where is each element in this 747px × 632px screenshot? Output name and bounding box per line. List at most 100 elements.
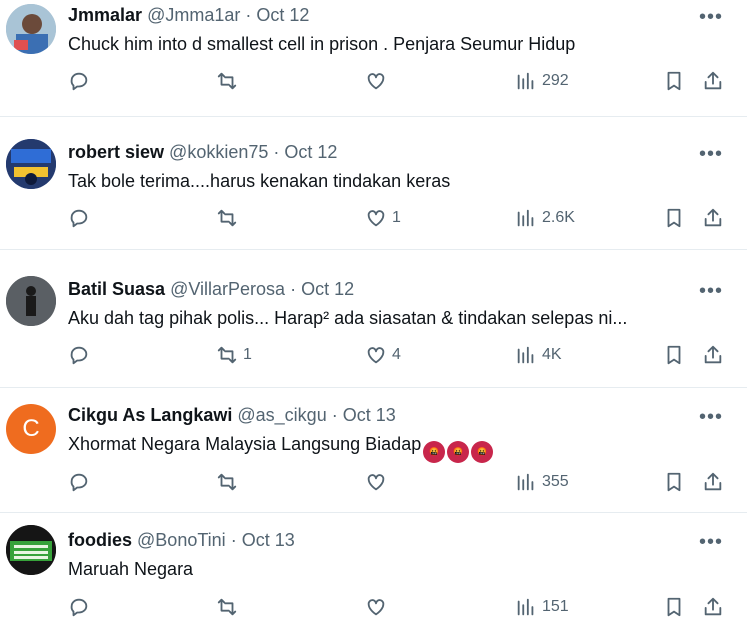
heart-icon xyxy=(367,474,385,491)
tweet-text-container: Xhormat Negara Malaysia Langsung Biadap 🤬… xyxy=(68,432,747,463)
angry-face-emoji: 🤬 xyxy=(471,441,494,463)
separator-dot: · xyxy=(331,405,338,425)
separator-dot: · xyxy=(273,142,280,162)
retweet-button[interactable] xyxy=(216,70,243,92)
tweet-date[interactable]: Oct 13 xyxy=(242,530,295,550)
reply-icon xyxy=(70,72,88,91)
more-options-icon[interactable]: ••• xyxy=(699,281,723,301)
like-button[interactable]: 1 xyxy=(365,207,401,229)
share-icon xyxy=(704,597,722,616)
share-icon xyxy=(704,472,722,491)
author-name[interactable]: robert siew xyxy=(68,142,164,162)
avatar[interactable]: C xyxy=(6,404,56,454)
tweet-actions: 151 xyxy=(68,596,747,624)
bookmark-button[interactable] xyxy=(663,596,685,618)
retweet-icon xyxy=(217,209,237,227)
avatar-photo xyxy=(6,139,56,189)
views-count: 2.6K xyxy=(542,209,575,226)
tweet-date[interactable]: Oct 12 xyxy=(301,279,354,299)
avatar[interactable] xyxy=(6,4,56,54)
tweet-date[interactable]: Oct 13 xyxy=(343,405,396,425)
views-count: 4K xyxy=(542,346,562,363)
heart-icon xyxy=(367,599,385,616)
tweet-date[interactable]: Oct 12 xyxy=(256,5,309,25)
share-button[interactable] xyxy=(702,471,724,493)
retweet-button[interactable]: 1 xyxy=(216,344,252,366)
author-name[interactable]: Batil Suasa xyxy=(68,279,165,299)
separator-dot: · xyxy=(230,530,237,550)
share-button[interactable] xyxy=(702,344,724,366)
more-options-icon[interactable]: ••• xyxy=(699,144,723,164)
tweet[interactable]: robert siew @kokkien75 · Oct 12 Tak bole… xyxy=(0,117,747,250)
like-button[interactable] xyxy=(365,70,392,92)
author-handle[interactable]: @as_cikgu xyxy=(237,405,326,425)
retweet-button[interactable] xyxy=(216,207,243,229)
retweet-icon xyxy=(217,72,237,90)
like-count: 1 xyxy=(392,209,401,226)
author-name[interactable]: Cikgu As Langkawi xyxy=(68,405,232,425)
more-options-icon[interactable]: ••• xyxy=(699,407,723,427)
tweet[interactable]: C Cikgu As Langkawi @as_cikgu · Oct 13 X… xyxy=(0,388,747,513)
more-options-icon[interactable]: ••• xyxy=(699,532,723,552)
author-name[interactable]: Jmmalar xyxy=(68,5,142,25)
avatar[interactable] xyxy=(6,276,56,326)
bookmark-button[interactable] xyxy=(663,471,685,493)
views-button[interactable]: 151 xyxy=(515,596,569,618)
author-handle[interactable]: @kokkien75 xyxy=(169,142,268,162)
views-count: 292 xyxy=(542,72,569,89)
retweet-button[interactable] xyxy=(216,471,243,493)
author-name[interactable]: foodies xyxy=(68,530,132,550)
heart-icon xyxy=(367,347,385,364)
avatar[interactable] xyxy=(6,139,56,189)
author-handle[interactable]: @VillarPerosa xyxy=(170,279,285,299)
share-button[interactable] xyxy=(702,207,724,229)
bookmark-icon xyxy=(667,597,681,617)
like-button[interactable] xyxy=(365,471,392,493)
bookmark-button[interactable] xyxy=(663,344,685,366)
retweet-count: 1 xyxy=(243,346,252,363)
views-count: 355 xyxy=(542,473,569,490)
tweet-text: Aku dah tag pihak polis... Harap² ada si… xyxy=(68,308,628,328)
tweet-text: Tak bole terima....harus kenakan tindaka… xyxy=(68,171,451,191)
share-icon xyxy=(704,345,722,364)
views-icon xyxy=(517,473,534,491)
tweet-text: Xhormat Negara Malaysia Langsung Biadap xyxy=(68,434,422,454)
reply-button[interactable] xyxy=(68,344,95,366)
tweet-text: Chuck him into d smallest cell in prison… xyxy=(68,34,576,54)
avatar-photo xyxy=(6,276,56,326)
tweet[interactable]: Jmmalar @Jmma1ar · Oct 12 Chuck him into… xyxy=(0,0,747,117)
views-button[interactable]: 2.6K xyxy=(515,207,575,229)
like-button[interactable] xyxy=(365,596,392,618)
tweet-actions: 1 4 4K xyxy=(68,344,747,372)
reply-button[interactable] xyxy=(68,70,95,92)
tweet-date[interactable]: Oct 12 xyxy=(284,142,337,162)
views-button[interactable]: 355 xyxy=(515,471,569,493)
like-button[interactable]: 4 xyxy=(365,344,401,366)
reply-button[interactable] xyxy=(68,471,95,493)
author-handle[interactable]: @BonoTini xyxy=(137,530,226,550)
share-button[interactable] xyxy=(702,70,724,92)
views-icon xyxy=(517,209,534,227)
reply-button[interactable] xyxy=(68,596,95,618)
more-options-icon[interactable]: ••• xyxy=(699,7,723,27)
reply-icon xyxy=(70,209,88,228)
views-button[interactable]: 292 xyxy=(515,70,569,92)
reply-button[interactable] xyxy=(68,207,95,229)
author-handle[interactable]: @Jmma1ar xyxy=(147,5,240,25)
avatar[interactable] xyxy=(6,525,56,575)
reply-icon xyxy=(70,473,88,492)
tweet[interactable]: Batil Suasa @VillarPerosa · Oct 12 Aku d… xyxy=(0,250,747,388)
views-button[interactable]: 4K xyxy=(515,344,562,366)
views-count: 151 xyxy=(542,598,569,615)
bookmark-button[interactable] xyxy=(663,207,685,229)
tweet[interactable]: foodies @BonoTini · Oct 13 Maruah Negara… xyxy=(0,513,747,632)
heart-icon xyxy=(367,210,385,227)
retweet-button[interactable] xyxy=(216,596,243,618)
bookmark-button[interactable] xyxy=(663,70,685,92)
separator-dot: · xyxy=(245,5,252,25)
reply-icon xyxy=(70,346,88,365)
avatar-photo xyxy=(6,525,56,575)
share-button[interactable] xyxy=(702,596,724,618)
tweet-actions: 292 xyxy=(68,70,747,98)
angry-face-emoji: 🤬 xyxy=(423,441,446,463)
